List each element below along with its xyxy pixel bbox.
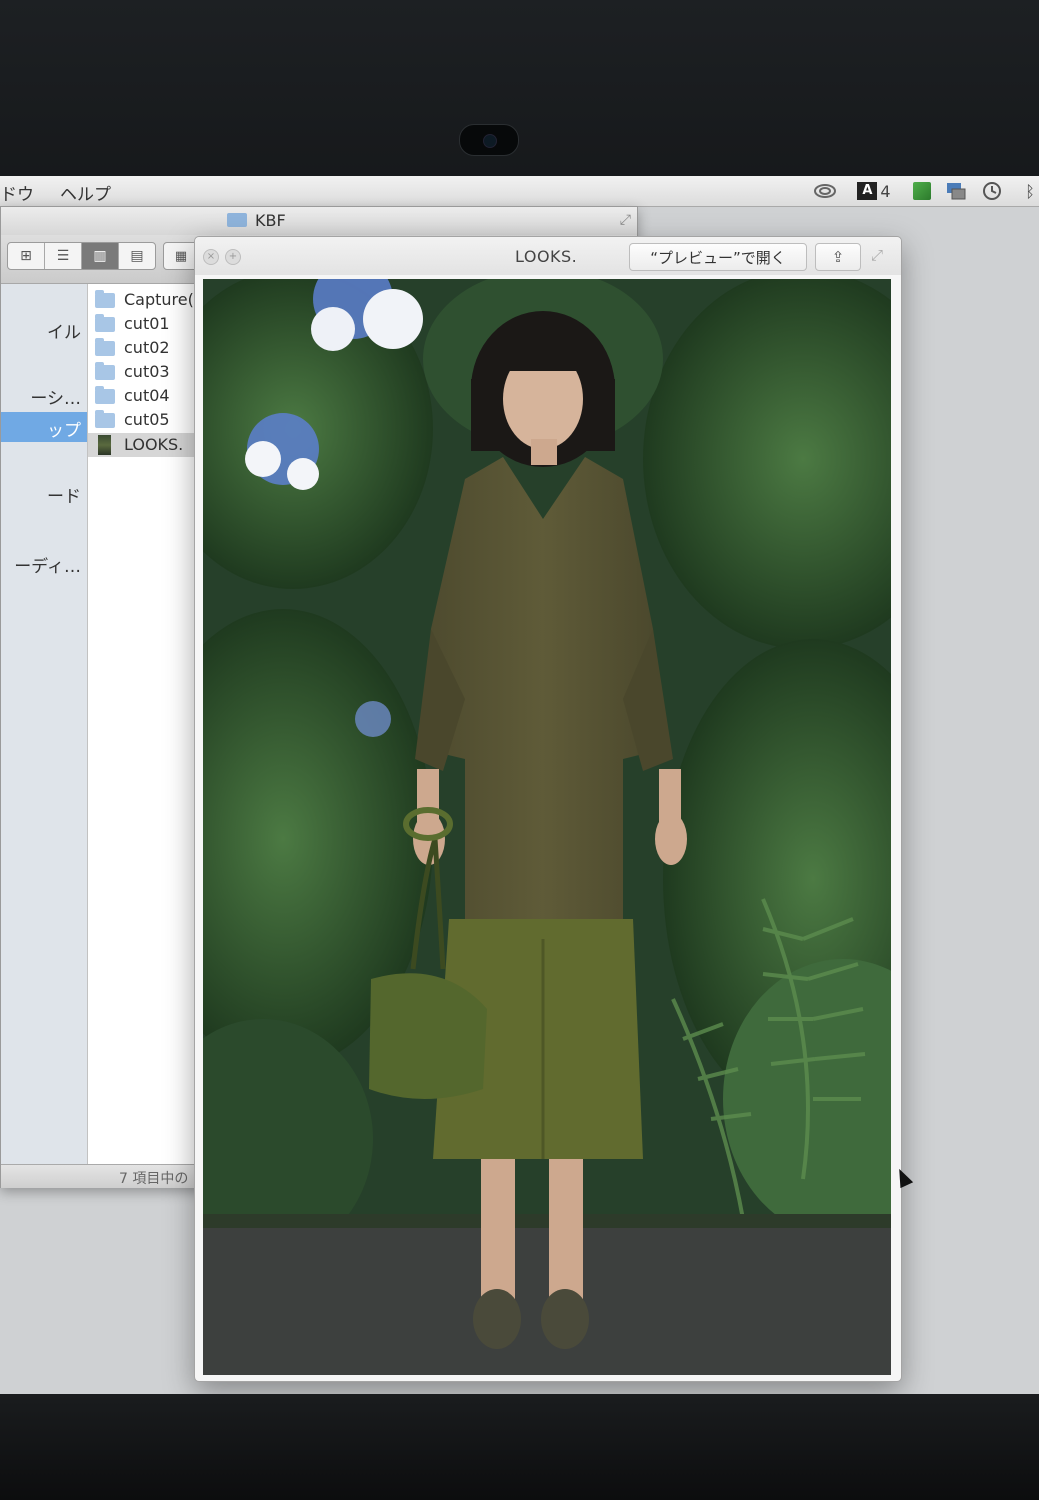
bluetooth-icon[interactable]: ᛒ	[1022, 180, 1038, 202]
view-mode-segment: ⊞ ☰ ▥ ▤	[7, 242, 156, 270]
menubar: ドウ ヘルプ A 4 ᛒ	[0, 176, 1039, 207]
folder-icon	[95, 410, 115, 428]
sidebar-item-downloads[interactable]: ード	[1, 478, 87, 508]
folder-icon	[95, 338, 115, 356]
expand-icon[interactable]: ⤢	[620, 212, 631, 228]
webcam	[459, 124, 519, 156]
screen-sharing-icon[interactable]	[944, 180, 968, 202]
image-file-icon	[98, 435, 111, 455]
photo-preview	[203, 279, 891, 1375]
sidebar-item-files[interactable]: イル	[1, 314, 87, 344]
creative-cloud-icon[interactable]	[812, 180, 838, 202]
folder-icon	[95, 314, 115, 332]
green-app-icon[interactable]	[910, 180, 934, 202]
menu-help[interactable]: ヘルプ	[60, 180, 111, 205]
list-view-button[interactable]: ☰	[45, 243, 82, 269]
close-icon[interactable]: ×	[203, 249, 219, 265]
time-machine-icon[interactable]	[980, 180, 1004, 202]
finder-title-text: KBF	[255, 211, 286, 230]
column-view-button[interactable]: ▥	[82, 243, 119, 269]
fullscreen-icon[interactable]: +	[225, 249, 241, 265]
quicklook-titlebar[interactable]: × + LOOKS. “プレビュー”で開く ⇪ ⤢	[195, 237, 901, 275]
sidebar-item-desktop[interactable]: ップ	[1, 412, 87, 442]
sidebar-item-images[interactable]: ーシ…	[1, 380, 87, 410]
screen: ドウ ヘルプ A 4 ᛒ KBF ⤢ ⊞ ☰ ▥ ▤ ▦ イル ーシ… ップ ー…	[0, 176, 1039, 1394]
sidebar-item-media[interactable]: ーディ…	[1, 548, 87, 578]
folder-icon	[95, 290, 115, 308]
folder-icon	[227, 213, 247, 227]
finder-sidebar: イル ーシ… ップ ード ーディ…	[1, 284, 88, 1164]
quicklook-window: × + LOOKS. “プレビュー”で開く ⇪ ⤢	[194, 236, 902, 1382]
adobe-badge-count: 4	[880, 181, 891, 201]
finder-title: KBF	[227, 211, 286, 230]
open-in-preview-button[interactable]: “プレビュー”で開く	[629, 243, 807, 271]
laptop-bottom-bezel	[0, 1394, 1039, 1500]
finder-titlebar[interactable]: KBF ⤢	[1, 207, 637, 236]
adobe-icon[interactable]: A 4	[854, 180, 894, 202]
quicklook-title: LOOKS.	[515, 247, 578, 266]
icon-view-button[interactable]: ⊞	[8, 243, 45, 269]
coverflow-view-button[interactable]: ▤	[119, 243, 155, 269]
expand-icon[interactable]: ⤢	[871, 246, 883, 264]
item-count: 7 項目中の	[119, 1171, 189, 1187]
share-button[interactable]: ⇪	[815, 243, 861, 271]
photo-illustration	[203, 279, 891, 1375]
folder-icon	[95, 386, 115, 404]
folder-icon	[95, 362, 115, 380]
share-icon: ⇪	[831, 248, 845, 266]
menu-window[interactable]: ドウ	[0, 180, 34, 205]
